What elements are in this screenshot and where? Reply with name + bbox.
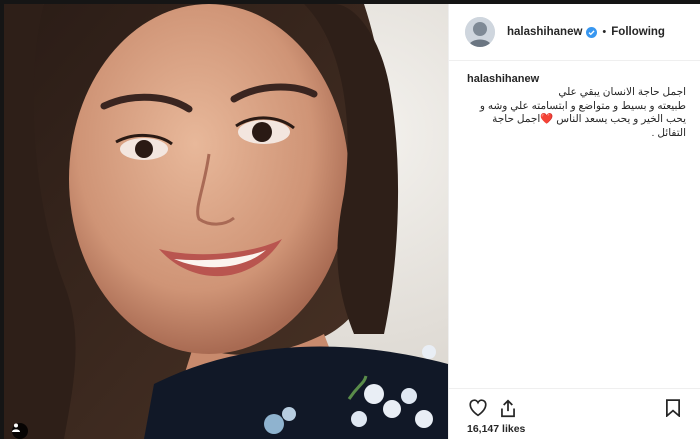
- post-header: halashihanew • Following: [449, 4, 700, 61]
- caption-text: اجمل حاجة الانسان يبقي علي طبيعته و بسيط…: [479, 86, 686, 139]
- instagram-post: halashihanew • Following halashihanew اج…: [4, 4, 700, 439]
- action-bar: [449, 388, 700, 424]
- post-photo[interactable]: [4, 4, 448, 439]
- post-side-panel: halashihanew • Following halashihanew اج…: [448, 4, 700, 439]
- like-button[interactable]: [467, 397, 489, 419]
- tag-button[interactable]: [12, 423, 28, 439]
- share-button[interactable]: [497, 397, 519, 419]
- selfie-image: [4, 4, 448, 439]
- post-viewer: halashihanew • Following halashihanew اج…: [0, 0, 700, 439]
- caption: halashihanew اجمل حاجة الانسان يبقي علي …: [449, 61, 700, 140]
- save-button[interactable]: [662, 397, 684, 419]
- following-button[interactable]: Following: [611, 26, 665, 38]
- share-icon: [501, 399, 515, 417]
- avatar-image: [465, 17, 495, 47]
- person-tag-icon: [12, 423, 20, 432]
- username-link[interactable]: halashihanew: [507, 26, 582, 38]
- bookmark-icon: [666, 399, 680, 417]
- verified-badge-icon: [586, 26, 598, 38]
- caption-username[interactable]: halashihanew: [467, 73, 686, 85]
- likes-count[interactable]: 16,147 likes: [467, 423, 525, 435]
- header-separator: •: [602, 26, 607, 38]
- heart-outline-icon: [469, 399, 487, 417]
- avatar[interactable]: [465, 17, 495, 47]
